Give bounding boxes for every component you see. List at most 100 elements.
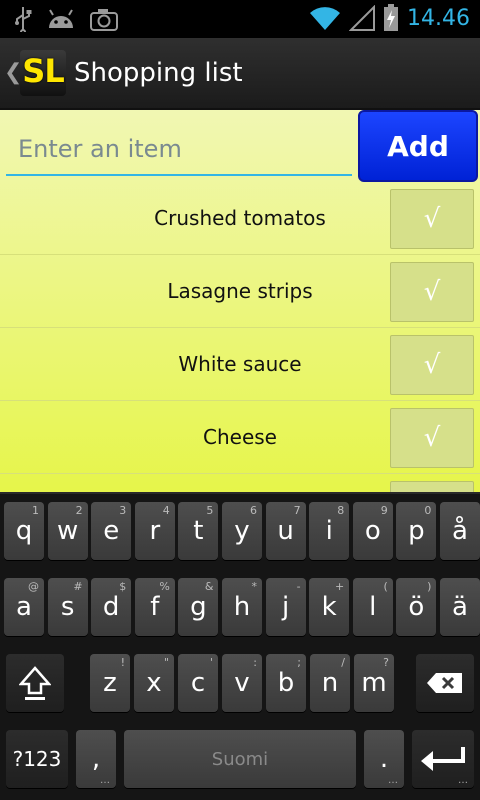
list-item: Lasagne strips √ [0,255,480,328]
key-f[interactable]: f% [134,578,175,636]
shift-key[interactable] [6,654,64,712]
key-c[interactable]: c ' [178,654,218,712]
key-label: l [369,592,377,622]
key-label: o [364,516,381,546]
key-q[interactable]: q1 [4,502,44,560]
key-hint: / [341,656,345,669]
key-label: w [56,516,79,546]
key-w[interactable]: w2 [47,502,88,560]
key-k[interactable]: k + [309,578,350,636]
key-ö[interactable]: ö) [396,578,437,636]
key-u[interactable]: u7 [265,502,306,560]
key-label: j [281,592,290,622]
key-hint: - [296,580,301,593]
key-label: y [234,516,250,546]
check-off-button-partial[interactable] [390,481,474,492]
key-hint: 8 [337,504,345,517]
list-item: White sauce √ [0,328,480,401]
key-y[interactable]: y6 [222,502,262,560]
key-å[interactable]: å [440,502,480,560]
key-hint: : [253,656,257,669]
space-key-label: Suomi [211,748,269,770]
key-v[interactable]: v: [222,654,262,712]
status-bar: 14.46 [0,0,480,38]
key-h[interactable]: h * [222,578,262,636]
key-label: d [102,592,120,622]
key-label: c [190,668,206,698]
key-label: ö [408,592,425,622]
key-label: r [149,516,161,546]
comma-key[interactable]: , … [76,730,116,788]
key-hint: 5 [206,504,214,517]
soft-keyboard: q1w2e3r4t5y6u7i8o9p0å a @ s # d $ f% g & h * j - k + l(… [0,492,480,800]
key-n[interactable]: n / [310,654,350,712]
enter-more-dots: … [458,775,468,786]
key-label: z [103,668,117,698]
check-off-button[interactable]: √ [390,189,474,249]
key-label: v [234,668,250,698]
key-hint: 6 [250,504,257,517]
key-l[interactable]: l( [352,578,393,636]
period-key[interactable]: . … [364,730,404,788]
key-j[interactable]: j- [265,578,306,636]
symbols-key[interactable]: ?123 [6,730,68,788]
key-label: m [361,668,387,698]
key-i[interactable]: i8 [309,502,350,560]
key-label: p [408,516,425,546]
key-label: q [15,516,33,546]
key-p[interactable]: p0 [396,502,437,560]
wifi-icon [310,7,341,31]
key-x[interactable]: x " [134,654,174,712]
key-hint: 7 [293,504,301,517]
key-ä[interactable]: ä [440,578,480,636]
key-hint: 3 [119,504,127,517]
key-hint: & [204,580,214,593]
key-label: h [233,592,251,622]
page-title: Shopping list [74,58,243,88]
item-input[interactable] [6,124,352,176]
key-hint: ! [120,656,125,669]
key-label: t [193,516,204,546]
key-label: e [103,516,120,546]
backspace-icon [427,673,462,693]
key-label: u [277,516,294,546]
key-label: ä [452,592,468,622]
key-o[interactable]: o9 [352,502,393,560]
key-hint: ( [383,580,388,593]
key-t[interactable]: t5 [178,502,219,560]
clock: 14.46 [407,5,470,31]
key-hint: @ [28,580,39,593]
key-a[interactable]: a @ [4,578,44,636]
logo-text: SL [22,52,64,90]
enter-key[interactable]: … [412,730,474,788]
add-button[interactable]: Add [358,110,478,182]
symbols-key-label: ?123 [12,747,62,771]
key-e[interactable]: e3 [91,502,132,560]
key-g[interactable]: g & [178,578,219,636]
key-hint: + [334,580,345,593]
key-m[interactable]: m? [354,654,394,712]
key-hint: 1 [32,504,39,517]
space-key[interactable]: Suomi [124,730,356,788]
key-z[interactable]: z! [90,654,130,712]
key-d[interactable]: d $ [91,578,132,636]
key-label: x [146,668,162,698]
check-off-button[interactable]: √ [390,335,474,395]
key-label: a [16,592,32,622]
key-label: f [150,592,160,622]
check-off-button[interactable]: √ [390,408,474,468]
key-s[interactable]: s # [47,578,88,636]
backspace-key[interactable] [416,654,474,712]
key-hint: 4 [162,504,170,517]
signal-icon [349,5,376,31]
key-label: s [60,592,75,622]
list-item: Crushed tomatos √ [0,182,480,255]
comma-key-label: , [91,744,101,774]
key-b[interactable]: b; [266,654,306,712]
shopping-list-content: Add Crushed tomatos √ Lasagne strips √ W… [0,110,480,492]
usb-icon [15,7,32,32]
key-r[interactable]: r4 [134,502,175,560]
shift-icon [19,666,51,700]
app-logo[interactable]: SL [20,50,66,96]
check-off-button[interactable]: √ [390,262,474,322]
